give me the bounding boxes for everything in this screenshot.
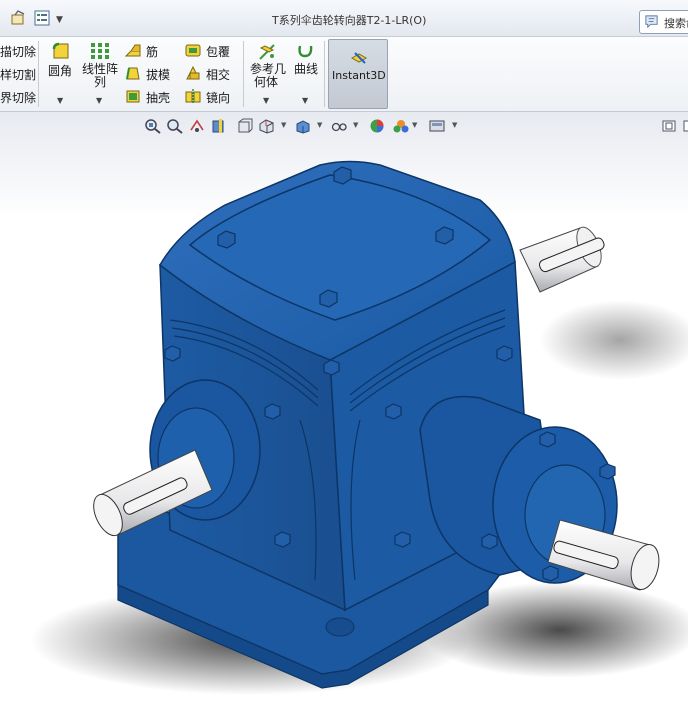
- properties-icon[interactable]: [34, 10, 50, 26]
- curves-label[interactable]: 曲线: [294, 60, 318, 77]
- shell-label[interactable]: 抽壳: [146, 89, 170, 106]
- shadow: [540, 300, 688, 380]
- ref-geometry-dropdown-icon[interactable]: ▼: [263, 96, 269, 105]
- fillet-dropdown-icon[interactable]: ▼: [57, 96, 63, 105]
- wrap-label[interactable]: 包覆: [206, 43, 230, 60]
- boundary-cut-button[interactable]: 界切除: [0, 89, 36, 106]
- instant3d-button[interactable]: Instant3D: [328, 39, 388, 109]
- fillet-icon[interactable]: [51, 41, 71, 61]
- speech-bubble-icon: [645, 15, 658, 29]
- reference-geometry-icon[interactable]: [257, 42, 277, 62]
- pattern-dropdown-icon[interactable]: ▼: [96, 96, 102, 105]
- title-bar: ▼ T系列伞齿轮转向器T2-1-LR(O) 搜索命: [0, 0, 688, 37]
- swept-cut-button[interactable]: 描切除: [0, 43, 36, 60]
- quick-access-dropdown-icon[interactable]: ▼: [56, 15, 63, 25]
- mirror-icon[interactable]: [185, 88, 201, 104]
- lofted-cut-button[interactable]: 样切割: [0, 66, 36, 83]
- draft-icon[interactable]: [125, 65, 141, 81]
- ribbon-separator: [243, 41, 244, 107]
- fillet-label[interactable]: 圆角: [48, 62, 72, 79]
- intersect-icon[interactable]: [185, 65, 201, 81]
- rib-icon[interactable]: [125, 42, 141, 58]
- intersect-label[interactable]: 相交: [206, 66, 230, 83]
- search-label: 搜索命: [664, 17, 688, 30]
- graphics-viewport[interactable]: ▼ ▼ ▼ ▼ ▼: [0, 112, 688, 710]
- instant3d-label: Instant3D: [332, 69, 386, 82]
- gearbox-3d-model[interactable]: [0, 112, 688, 710]
- curves-icon[interactable]: [296, 42, 316, 62]
- ribbon-separator: [38, 41, 39, 107]
- rib-label[interactable]: 筋: [146, 43, 158, 60]
- window-title: T系列伞齿轮转向器T2-1-LR(O): [272, 14, 427, 27]
- curves-dropdown-icon[interactable]: ▼: [302, 96, 308, 105]
- draft-label[interactable]: 拔模: [146, 66, 170, 83]
- wrap-icon[interactable]: [185, 42, 201, 58]
- search-field[interactable]: 搜索命: [639, 10, 688, 34]
- mirror-label[interactable]: 镜向: [206, 89, 230, 106]
- shell-icon[interactable]: [125, 88, 141, 104]
- linear-pattern-label-2[interactable]: 列: [94, 73, 106, 90]
- instant3d-icon: [350, 52, 368, 64]
- mounting-hole: [325, 617, 355, 637]
- linear-pattern-icon[interactable]: [90, 42, 110, 60]
- ribbon-separator: [324, 41, 325, 107]
- options-icon[interactable]: [10, 10, 26, 26]
- reference-geometry-label-2[interactable]: 何体: [254, 73, 278, 90]
